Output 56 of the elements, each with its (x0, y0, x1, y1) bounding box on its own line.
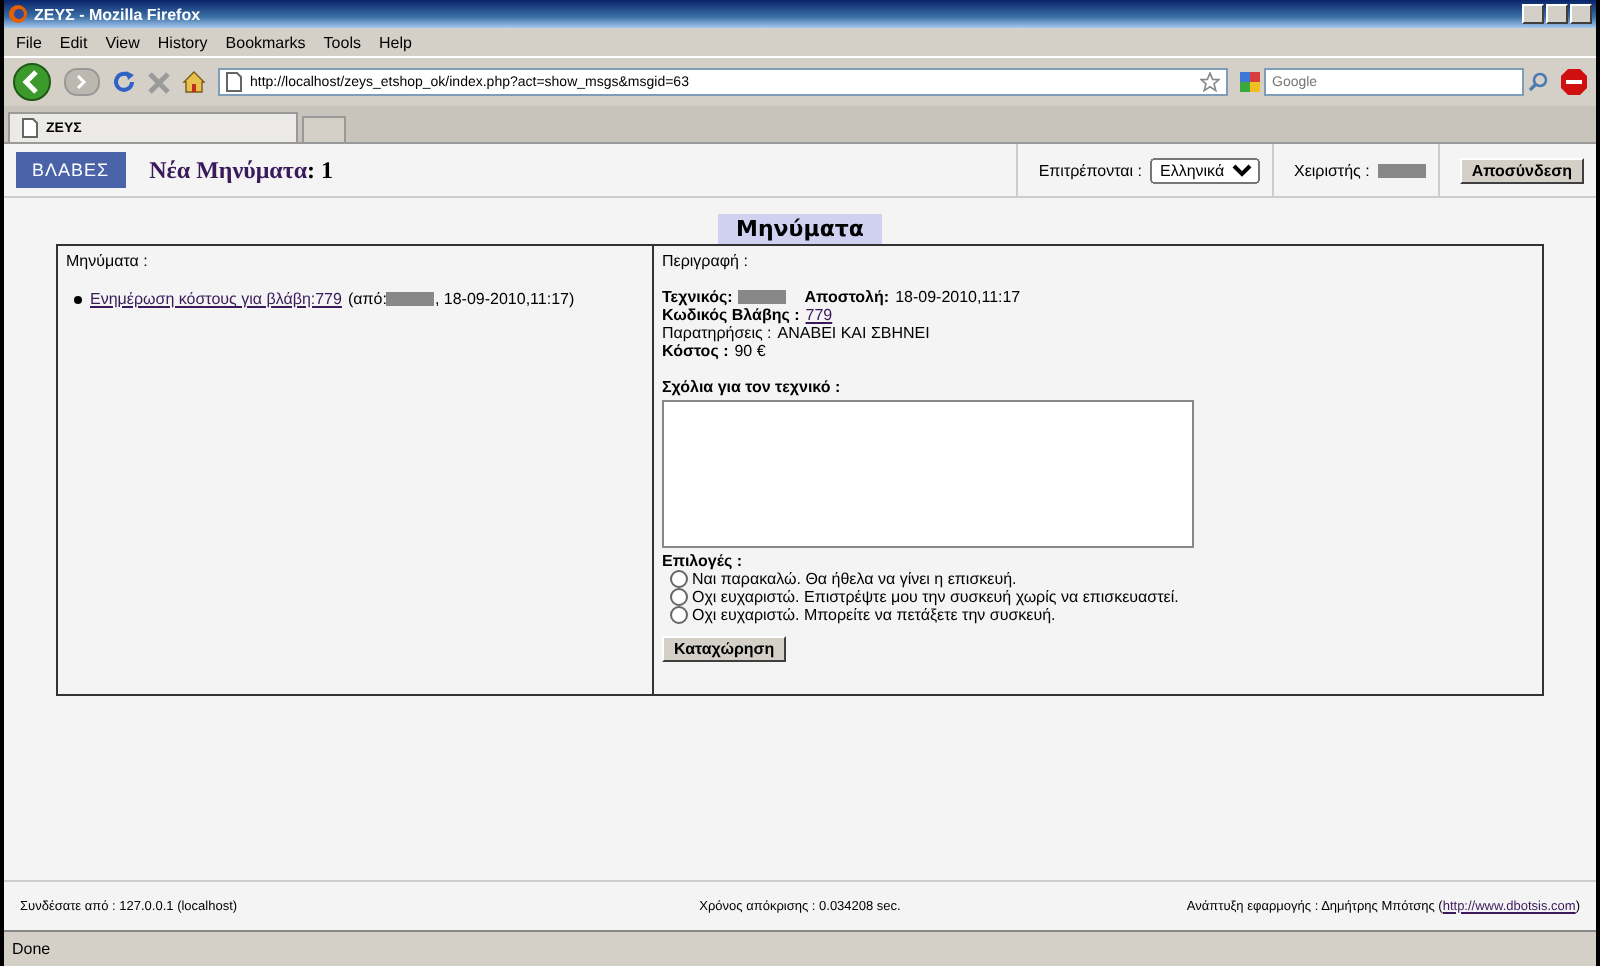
field-label: Σχόλια για τον τεχνικό : (662, 378, 841, 396)
bullet-icon (74, 295, 82, 303)
option-label: Οχι ευχαριστώ. Επιστρέψτε μου την συσκευή χωρίς να επισκευαστεί. (692, 588, 1179, 606)
page-title: Μηνύματα (718, 214, 882, 244)
new-messages-link[interactable]: Νέα Μηνύματα (149, 155, 308, 183)
back-button[interactable] (12, 62, 52, 102)
radio-button[interactable] (670, 606, 688, 624)
field-label: Παρατηρήσεις : (662, 324, 772, 342)
field-value: ΑΝΑΒΕΙ ΚΑΙ ΣΒΗΝΕΙ (777, 324, 930, 342)
star-icon[interactable] (1200, 72, 1220, 92)
logo-badge[interactable]: ΒΛΑΒΕΣ (16, 152, 126, 188)
field-label: Επιλογές : (662, 552, 743, 570)
search-icon[interactable] (1528, 72, 1548, 92)
logout-button[interactable]: Αποσύνδεση (1459, 157, 1584, 183)
comments-field[interactable] (662, 400, 1194, 548)
menu-item[interactable]: History (157, 33, 208, 51)
field-value: 18-09-2010,11:17 (895, 288, 1021, 306)
status-text: Done (12, 940, 51, 958)
radio-button[interactable] (670, 570, 688, 588)
maximize-button[interactable] (1546, 4, 1568, 24)
column-heading: Περιγραφή : (662, 252, 748, 270)
close-button[interactable] (1570, 4, 1592, 24)
sender-label: (από: (347, 290, 387, 308)
user-label: Χειριστής : (1293, 161, 1370, 179)
column-heading: Μηνύματα : (66, 252, 148, 270)
option-label: Οχι ευχαριστώ. Μπορείτε να πετάξετε την συσκευή. (692, 606, 1056, 624)
window-title: ΖΕΥΣ - Mozilla Firefox (34, 5, 201, 23)
radio-button[interactable] (670, 588, 688, 606)
field-label: Αποστολή: (804, 288, 890, 306)
menu-item[interactable]: Edit (59, 33, 88, 51)
redaction-block (1377, 163, 1426, 177)
fault-code-link[interactable]: 779 (805, 306, 833, 324)
field-label: Τεχνικός: (662, 288, 733, 306)
redaction-block (386, 292, 435, 306)
new-messages-text: Νέα Μηνύματα: 1 (149, 155, 334, 185)
home-icon[interactable] (182, 70, 206, 94)
message-date: , 18-09-2010,11:17) (434, 290, 575, 308)
option-label: Ναι παρακαλώ. Θα ήθελα να γίνει η επισκευή. (692, 570, 1017, 588)
menu-item[interactable]: Bookmarks (225, 33, 306, 51)
reload-icon[interactable] (112, 70, 136, 94)
menu-item[interactable]: Tools (323, 33, 361, 51)
page-icon (226, 72, 242, 92)
language-label: Επιτρέπονται : (1038, 161, 1142, 179)
submit-button[interactable]: Καταχώρηση (662, 636, 787, 662)
forward-button[interactable] (64, 68, 100, 96)
menu-item[interactable]: View (105, 33, 140, 51)
minimize-button[interactable] (1522, 4, 1544, 24)
redaction-block (738, 290, 787, 304)
language-select[interactable]: Ελληνικά (1149, 157, 1260, 183)
page-icon (22, 118, 38, 138)
field-label: Κωδικός Βλάβης : (662, 306, 800, 324)
message-link[interactable]: Ενημέρωση κόστους για βλάβη:779 (90, 290, 342, 308)
menu-item[interactable]: Help (378, 33, 412, 51)
menu-item[interactable]: File (16, 33, 42, 51)
field-label: Κόστος : (662, 342, 729, 360)
field-value: 90 € (734, 342, 766, 360)
